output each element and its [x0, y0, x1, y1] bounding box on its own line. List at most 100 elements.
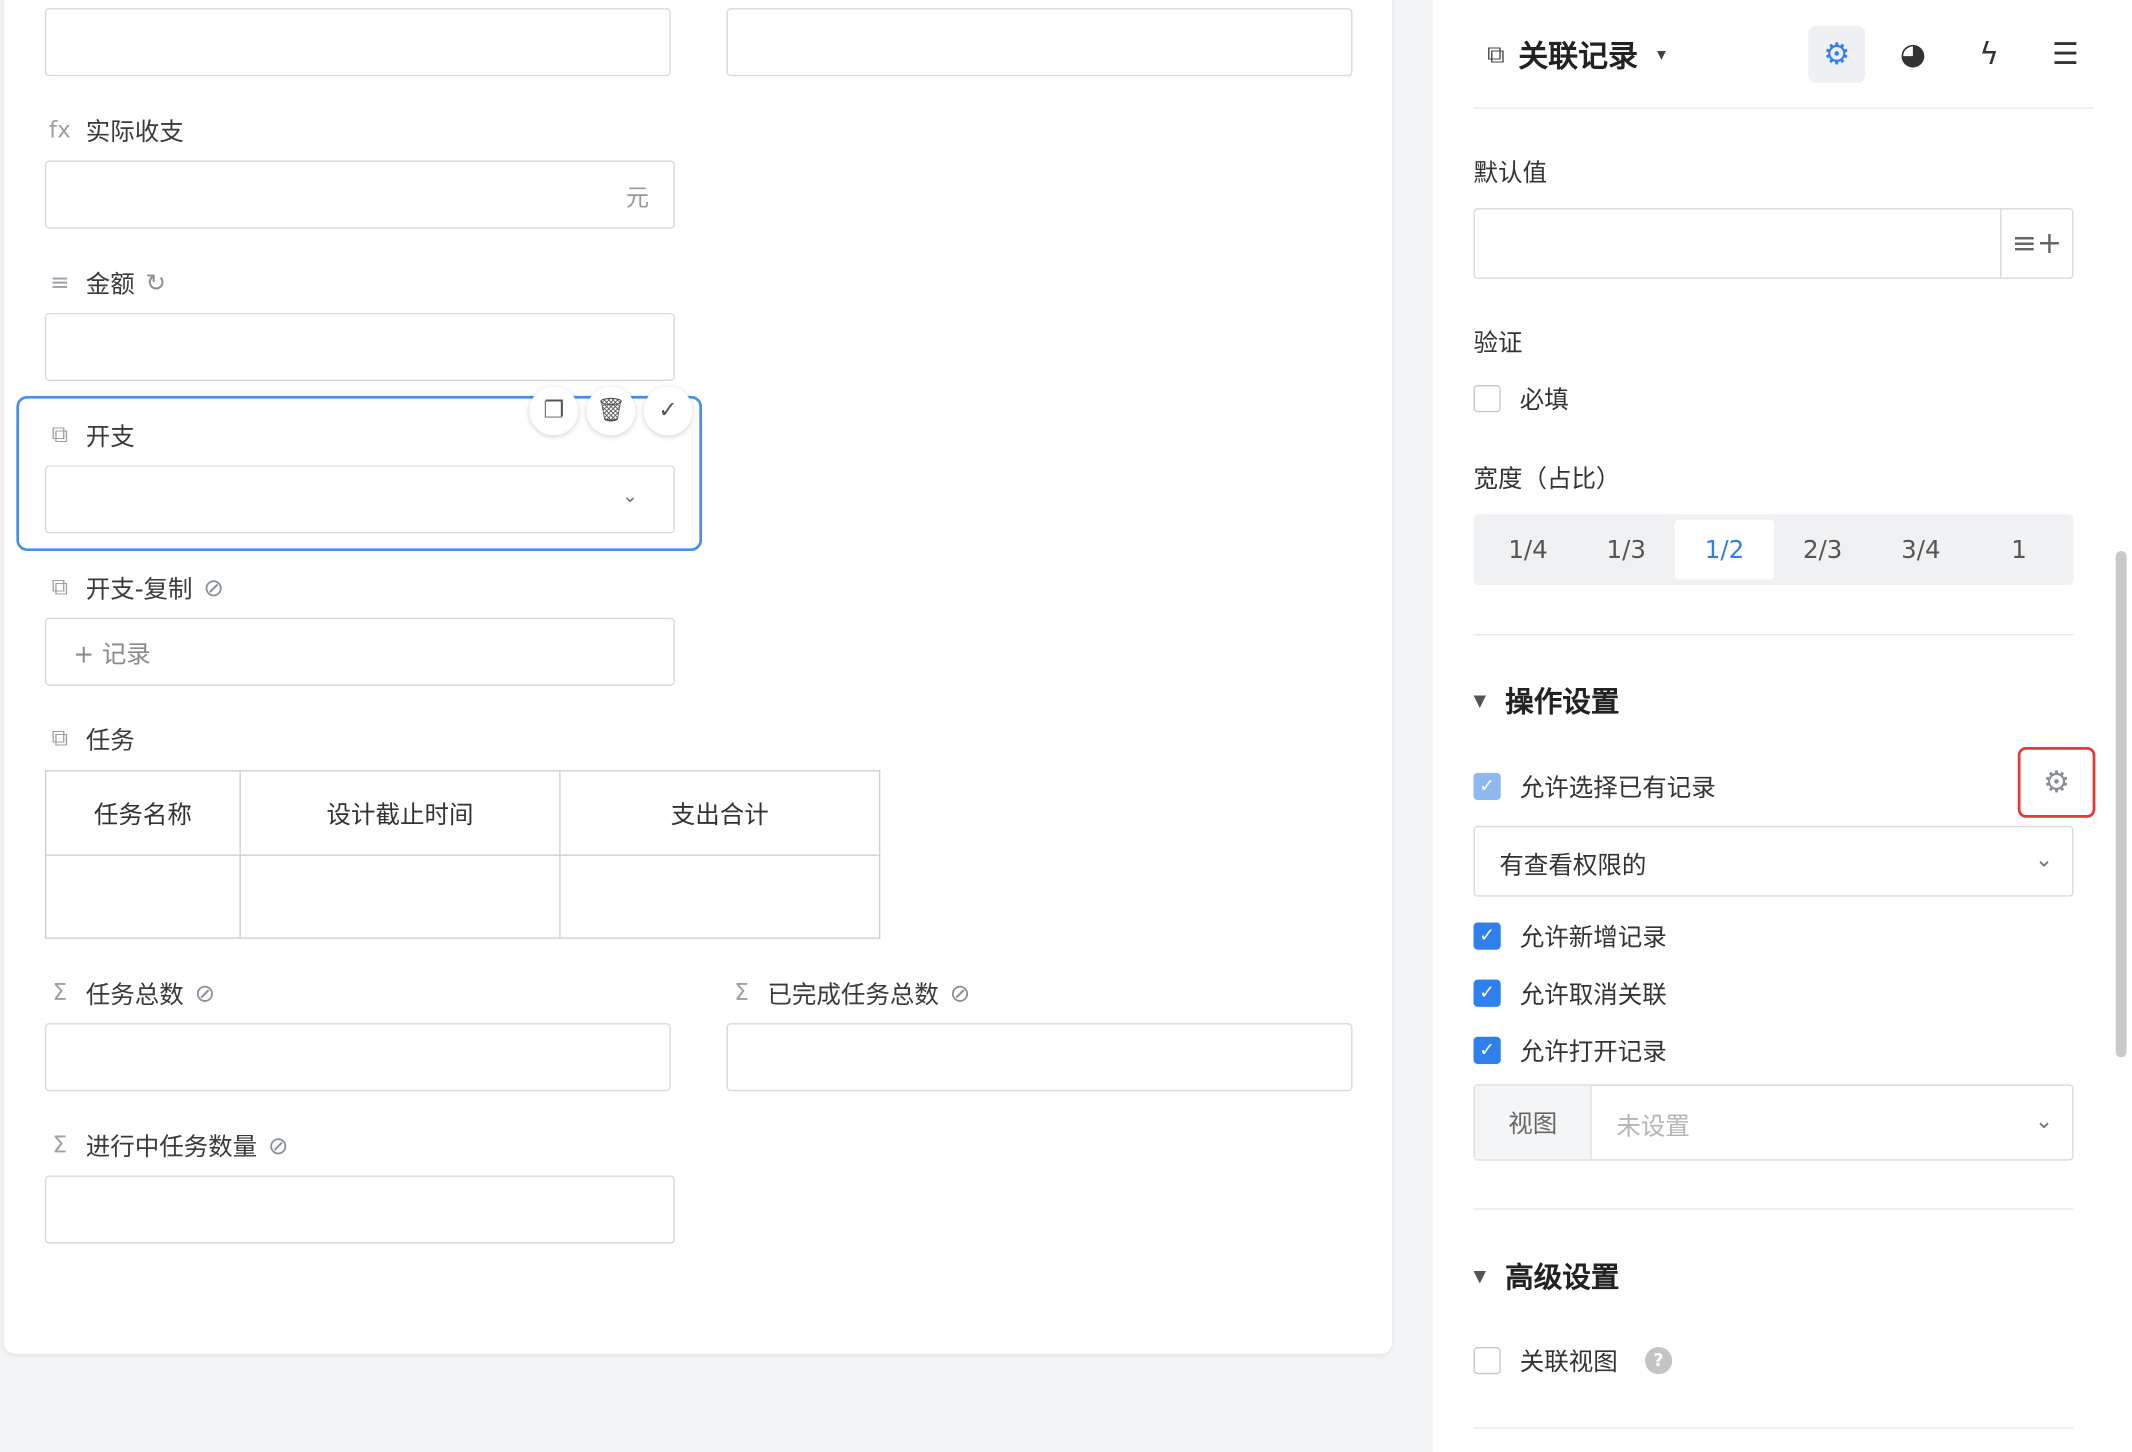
operations-title: 操作设置 [1505, 685, 1620, 719]
record-scope-value: 有查看权限的 [1499, 851, 1647, 881]
triangle-down-icon: ▼ [1473, 1266, 1487, 1286]
top-right-input[interactable] [726, 8, 1353, 77]
divider [1473, 1427, 2074, 1429]
allow-create-checkbox[interactable]: ✓ [1473, 922, 1501, 950]
table-cell[interactable] [559, 854, 881, 939]
panel-scrollbar[interactable] [2115, 551, 2127, 1058]
allow-unlink-row[interactable]: ✓ 允许取消关联 [1473, 976, 1667, 1011]
gear-icon: ⚙ [2043, 765, 2070, 800]
allow-open-checkbox[interactable]: ✓ [1473, 1036, 1501, 1064]
width-option-3-4[interactable]: 3/4 [1872, 520, 1970, 580]
allow-select-checkbox[interactable]: ✓ [1473, 772, 1501, 801]
eye-off-icon: ⊘ [203, 573, 224, 603]
confirm-field-button[interactable]: ✓ [643, 386, 693, 436]
width-option-1-4[interactable]: 1/4 [1479, 520, 1577, 580]
check-icon: ✓ [658, 397, 678, 425]
link-record-icon: ⧉ [51, 574, 69, 602]
column-header: 任务名称 [44, 770, 241, 856]
add-default-button[interactable]: ≡+ [2000, 209, 2072, 278]
operations-section-toggle[interactable]: ▼ 操作设置 [1474, 680, 1620, 721]
allow-select-row[interactable]: ✓ 允许选择已有记录 [1473, 769, 1716, 804]
lightning-icon: ϟ [1979, 37, 2000, 72]
table-cell[interactable] [44, 854, 241, 939]
required-checkbox[interactable] [1473, 385, 1501, 413]
currency-suffix: 元 [625, 185, 650, 213]
refresh-icon[interactable]: ↻ [146, 269, 167, 298]
width-option-1-2[interactable]: 1/2 [1675, 519, 1774, 580]
view-prefix-label: 视图 [1474, 1085, 1592, 1160]
task-total-input[interactable] [44, 1023, 671, 1092]
chevron-down-icon: ⌄ [622, 485, 639, 508]
linked-view-label: 关联视图 [1519, 1348, 1618, 1377]
expense-select[interactable]: ⌄ [44, 465, 675, 534]
view-select[interactable]: 视图 未设置 ⌄ [1473, 1084, 2074, 1161]
allow-create-row[interactable]: ✓ 允许新增记录 [1473, 918, 1667, 953]
trash-icon: 🗑 [596, 397, 626, 425]
link-record-icon: ⧉ [51, 725, 69, 753]
sum-icon: Σ [52, 979, 68, 1007]
field-label-task-total: Σ 任务总数 ⊘ [45, 977, 216, 1010]
field-type-selector[interactable]: ⧉ 关联记录 ▾ [1487, 33, 1666, 77]
field-settings-panel: ⧉ 关联记录 ▾ ⚙ ◕ ϟ ☰ 默认值 ≡+ 验证 必填 宽度（占比） 1/4 [1432, 0, 2132, 1452]
sort-lines-icon: ☰ [2051, 37, 2079, 72]
required-label: 必填 [1519, 386, 1569, 415]
amount-input[interactable] [44, 312, 675, 381]
divider [1473, 1208, 2074, 1210]
view-placeholder: 未设置 [1616, 1112, 1690, 1142]
width-label: 宽度（占比） [1473, 465, 1621, 494]
width-option-2-3[interactable]: 2/3 [1774, 520, 1872, 580]
list-add-icon: ≡+ [2011, 226, 2062, 261]
gear-icon: ⚙ [1823, 37, 1851, 72]
required-checkbox-row[interactable]: 必填 [1473, 381, 1569, 416]
allow-create-label: 允许新增记录 [1519, 923, 1667, 953]
table-cell[interactable] [239, 854, 561, 939]
record-scope-select[interactable]: 有查看权限的 ⌄ [1473, 825, 2074, 897]
field-label-expense-copy: ⧉ 开支-复制 ⊘ [45, 571, 224, 604]
allow-unlink-checkbox[interactable]: ✓ [1473, 979, 1501, 1007]
field-toolbar: ❐ 🗑 ✓ [529, 386, 693, 436]
allow-unlink-label: 允许取消关联 [1519, 980, 1667, 1010]
caret-down-icon: ▾ [1657, 44, 1666, 65]
eye-off-icon: ⊘ [194, 978, 216, 1008]
task-done-input[interactable] [726, 1023, 1353, 1092]
allow-open-row[interactable]: ✓ 允许打开记录 [1473, 1033, 1667, 1068]
panel-tabs: ⚙ ◕ ϟ ☰ [1808, 25, 2094, 83]
field-label-task-in-progress: Σ 进行中任务数量 ⊘ [45, 1129, 289, 1162]
task-in-progress-input[interactable] [44, 1175, 675, 1244]
eye-off-icon: ⊘ [268, 1131, 289, 1160]
sum-icon: Σ [52, 1132, 68, 1160]
allow-select-label: 允许选择已有记录 [1519, 774, 1716, 803]
help-icon[interactable]: ? [1644, 1346, 1673, 1375]
linked-view-row[interactable]: 关联视图 ? [1473, 1343, 1673, 1378]
select-settings-button[interactable]: ⚙ [2017, 746, 2096, 818]
tab-action[interactable]: ϟ [1961, 26, 2018, 83]
tab-style[interactable]: ◕ [1884, 26, 1941, 83]
tab-sort[interactable]: ☰ [2037, 26, 2094, 83]
table-header-row: 任务名称 设计截止时间 支出合计 [44, 770, 881, 856]
delete-field-button[interactable]: 🗑 [586, 386, 636, 436]
allow-open-label: 允许打开记录 [1519, 1038, 1667, 1067]
actual-balance-input[interactable]: 元 [44, 160, 675, 229]
tab-settings[interactable]: ⚙ [1808, 25, 1866, 83]
table-row [44, 854, 881, 939]
advanced-section-toggle[interactable]: ▼ 高级设置 [1474, 1256, 1620, 1297]
default-value-input[interactable]: ≡+ [1473, 208, 2074, 279]
copy-field-button[interactable]: ❐ [529, 386, 579, 436]
default-value-label: 默认值 [1473, 159, 1548, 188]
column-header: 设计截止时间 [239, 770, 561, 856]
top-left-input[interactable] [44, 8, 671, 77]
field-type-title: 关联记录 [1518, 40, 1638, 75]
divider [1473, 634, 2074, 636]
linked-view-checkbox[interactable] [1473, 1346, 1501, 1375]
column-header: 支出合计 [559, 770, 881, 856]
triangle-down-icon: ▼ [1473, 691, 1487, 711]
add-record-button[interactable]: + 记录 [73, 635, 150, 670]
expense-copy-input[interactable]: + 记录 [44, 617, 675, 686]
copy-icon: ❐ [543, 397, 565, 425]
width-option-1-3[interactable]: 1/3 [1577, 520, 1675, 580]
sum-icon: Σ [734, 979, 749, 1007]
width-option-1[interactable]: 1 [1970, 520, 2068, 580]
chevron-down-icon: ⌄ [2034, 1107, 2054, 1134]
chevron-down-icon: ⌄ [2034, 846, 2054, 873]
field-label-actual-balance: fx 实际收支 [45, 114, 184, 147]
